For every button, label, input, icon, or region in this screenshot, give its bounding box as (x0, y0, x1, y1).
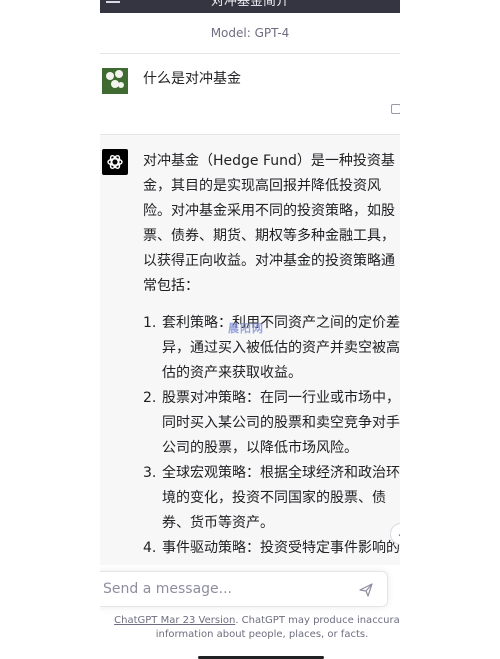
list-item-text: 套利策略：利用不同资产之间的定价差异，通过买入被低估的资产并卖空被高估的资产来获… (162, 315, 400, 381)
chat-title: 对冲基金简介 (210, 0, 289, 9)
top-bar: 对冲基金简介 (100, 0, 400, 13)
edit-icon[interactable] (391, 104, 400, 114)
list-item: 4. 事件驱动策略：投资受特定事件影响的 (143, 536, 400, 561)
user-avatar (102, 68, 128, 94)
watermark: 晨阳网 (228, 322, 264, 335)
user-message-row: 什么是对冲基金 (100, 54, 400, 135)
answer-intro: 对冲基金（Hedge Fund）是一种投资基金，其目的是实现高回报并降低投资风险… (143, 153, 395, 294)
user-message-text: 什么是对冲基金 (143, 71, 241, 87)
list-item-text: 股票对冲策略：在同一行业或市场中，同时买入某公司的股票和卖空竞争对手公司的股票，… (162, 390, 400, 456)
list-item: 1. 套利策略：利用不同资产之间的定价差异，通过买入被低估的资产并卖空被高估的资… (143, 311, 400, 386)
send-icon[interactable] (359, 583, 373, 597)
list-item-text: 事件驱动策略：投资受特定事件影响的 (162, 540, 400, 556)
chatgpt-logo-icon (102, 149, 128, 175)
assistant-message-text: 对冲基金（Hedge Fund）是一种投资基金，其目的是实现高回报并降低投资风险… (143, 149, 400, 561)
list-number: 4. (143, 540, 157, 556)
assistant-message-row: 对冲基金（Hedge Fund）是一种投资基金，其目的是实现高回报并降低投资风险… (100, 135, 400, 565)
strategy-list: 1. 套利策略：利用不同资产之间的定价差异，通过买入被低估的资产并卖空被高估的资… (143, 311, 400, 561)
version-link[interactable]: ChatGPT Mar 23 Version (114, 615, 235, 626)
chevron-down-icon: ⌄ (396, 527, 400, 540)
message-input[interactable] (103, 578, 343, 600)
list-item: 2. 股票对冲策略：在同一行业或市场中，同时买入某公司的股票和卖空竞争对手公司的… (143, 386, 400, 461)
list-item-text: 全球宏观策略：根据全球经济和政治环境的变化，投资不同国家的股票、债券、货币等资产… (162, 465, 400, 531)
list-number: 2. (143, 390, 157, 406)
model-label: Model: GPT-4 (100, 13, 400, 54)
list-number: 3. (143, 465, 157, 481)
list-item: 3. 全球宏观策略：根据全球经济和政治环境的变化，投资不同国家的股票、债券、货币… (143, 461, 400, 536)
disclaimer: ChatGPT Mar 23 Version. ChatGPT may prod… (112, 614, 400, 642)
chat-screen: 对冲基金简介 Model: GPT-4 什么是对冲基金 对冲基金（Hedge F… (100, 0, 400, 659)
message-composer[interactable] (100, 571, 388, 607)
list-number: 1. (143, 315, 157, 331)
